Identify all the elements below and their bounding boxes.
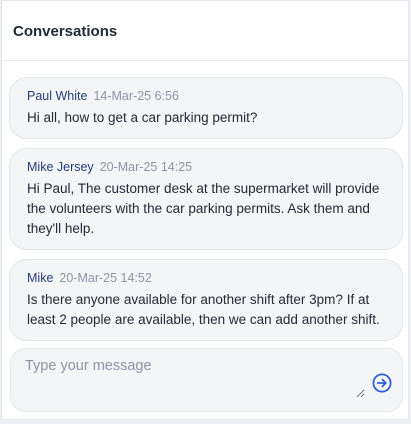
message-timestamp: 20-Mar-25 14:25 — [99, 160, 193, 174]
message-bubble: Paul White 14-Mar-25 6:56 Hi all, how to … — [9, 77, 403, 139]
message-text: Hi all, how to get a car parking permit? — [27, 110, 258, 125]
message-bubble: Mike Jersey 20-Mar-25 14:25 Hi Paul, The … — [9, 148, 403, 250]
arrow-right-circle-icon — [372, 373, 392, 393]
message-composer — [10, 348, 403, 412]
message-input[interactable] — [25, 358, 365, 398]
message-meta: Mike Jersey 20-Mar-25 14:25 — [27, 159, 386, 175]
message-text: Is there anyone available for another sh… — [27, 292, 380, 327]
message-author: Paul White — [27, 89, 88, 103]
message-timestamp: 20-Mar-25 14:52 — [59, 271, 152, 285]
message-author: Mike Jersey — [27, 160, 94, 174]
conversations-header: Conversations — [2, 1, 408, 61]
message-timestamp: 14-Mar-25 6:56 — [93, 89, 179, 103]
message-bubble: Mike 20-Mar-25 14:52 Is there anyone avai… — [9, 259, 403, 341]
conversations-panel: Conversations Paul White 14-Mar-25 6:56 H… — [1, 0, 409, 420]
message-meta: Paul White 14-Mar-25 6:56 — [27, 88, 386, 104]
page-title: Conversations — [13, 23, 118, 40]
send-button[interactable] — [372, 373, 392, 393]
message-text: Hi Paul, The customer desk at the superm… — [27, 181, 380, 236]
message-list: Paul White 14-Mar-25 6:56 Hi all, how to … — [9, 77, 403, 350]
message-author: Mike — [27, 271, 54, 285]
message-meta: Mike 20-Mar-25 14:52 — [27, 270, 386, 286]
